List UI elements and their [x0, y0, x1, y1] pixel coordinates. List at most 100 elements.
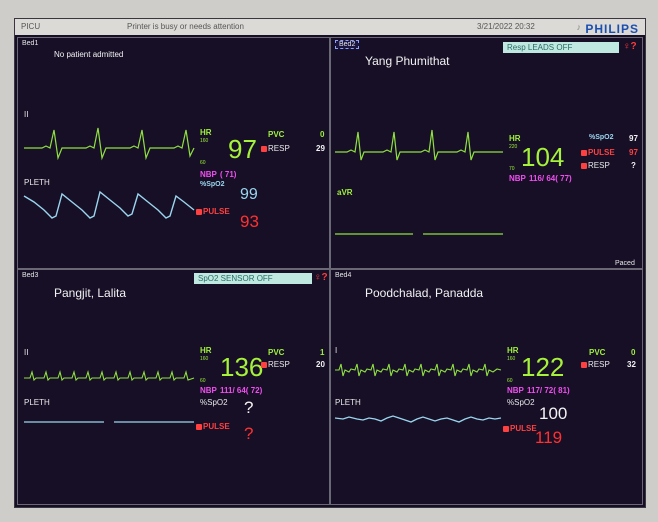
bed3-panel[interactable]: Bed3 Pangjit, Lalita SpO2 SENSOR OFF ♀? …: [17, 269, 330, 505]
bed3-lead-label: II: [24, 348, 29, 357]
bed3-label[interactable]: Bed3: [22, 272, 38, 279]
bed1-resp-value: 29: [316, 144, 325, 153]
bed3-hr-high-limit: 160: [200, 356, 209, 362]
bed1-patient-name: No patient admitted: [54, 50, 124, 59]
bed3-nbp-value[interactable]: 111/ 64( 72): [220, 386, 262, 395]
bed2-panel[interactable]: Bed2 Yang Phumithat Resp LEADS OFF ♀? aV…: [330, 37, 643, 269]
bed3-nbp-label: NBP: [200, 386, 217, 395]
bed1-panel[interactable]: Bed1 No patient admitted II PLETH HR 160…: [17, 37, 330, 269]
bed2-hr-label: HR: [509, 134, 521, 143]
bed2-alarm-mark: ?: [630, 41, 637, 52]
bed4-hr-value[interactable]: 122: [521, 352, 564, 383]
bed1-ecg-waveform: [24, 127, 195, 161]
bed2-spo2-label: %SpO2: [589, 134, 614, 141]
central-monitor-screen: PICU Printer is busy or needs attention …: [14, 18, 646, 508]
bed3-resp-alarm-icon: [261, 362, 267, 368]
bed3-pulse-alarm-icon: [196, 424, 202, 430]
bed2-hr-low-limit: 70: [509, 166, 515, 172]
bed4-spo2-value[interactable]: 100: [539, 404, 567, 424]
top-status-bar: PICU Printer is busy or needs attention …: [15, 19, 645, 36]
bed4-nbp-label: NBP: [507, 386, 524, 395]
bed3-spo2-value[interactable]: ?: [244, 398, 253, 418]
bed1-pulse-label: PULSE: [203, 207, 230, 216]
bed4-patient-name: Poodchalad, Panadda: [365, 286, 484, 300]
bed4-nbp-value[interactable]: 117/ 72( 81): [527, 386, 570, 395]
bed4-hr-high-limit: 160: [507, 356, 516, 362]
bed4-label[interactable]: Bed4: [335, 272, 351, 279]
bed3-pleth-label: PLETH: [24, 398, 50, 407]
bed4-hr-low-limit: 60: [507, 378, 513, 384]
bed2-avr-flatline: [335, 233, 503, 235]
bed3-spo2-label: %SpO2: [200, 398, 228, 407]
bed4-hr-label: HR: [507, 346, 519, 355]
bed3-ecg-waveform: [24, 370, 195, 382]
bed2-hr-value[interactable]: 104: [521, 142, 564, 173]
bed2-label[interactable]: Bed2: [335, 40, 360, 49]
bed2-nbp-value[interactable]: 116/ 64( 77): [529, 174, 572, 183]
bed3-alarm-message[interactable]: SpO2 SENSOR OFF: [194, 273, 312, 284]
bed3-pleth-flatline: [24, 421, 194, 423]
sound-icon[interactable]: ♪: [577, 22, 582, 32]
bed4-pvc-value: 0: [631, 348, 636, 357]
bed4-resp-label: RESP: [588, 360, 610, 369]
bed1-spo2-value[interactable]: 99: [240, 186, 258, 204]
bed2-ecg-waveform: [335, 129, 503, 161]
bed1-pvc-value: 0: [320, 130, 325, 139]
bed2-hr-high-limit: 220: [509, 144, 518, 150]
unit-label: PICU: [21, 22, 41, 31]
bed4-ecg-waveform: [335, 363, 502, 377]
bed2-paced-indicator: Paced: [615, 260, 635, 267]
bed2-pulse-alarm-icon: [581, 150, 587, 156]
bed3-resp-label: RESP: [268, 360, 290, 369]
bed4-pleth-waveform: [334, 415, 502, 423]
bed3-pulse-value[interactable]: ?: [244, 424, 253, 444]
bed2-pulse-value: 97: [629, 148, 638, 157]
bed1-hr-low-limit: 60: [200, 160, 206, 166]
bed2-alarm-icon[interactable]: ♀?: [623, 41, 637, 52]
bed3-hr-low-limit: 60: [200, 378, 206, 384]
bed4-pulse-label: PULSE: [510, 424, 537, 433]
bed1-label[interactable]: Bed1: [22, 40, 38, 47]
bed2-pulse-label: PULSE: [588, 148, 615, 157]
bed1-nbp-value[interactable]: ( 71): [220, 170, 236, 179]
bed1-spo2-label: %SpO2: [200, 181, 225, 188]
printer-message[interactable]: Printer is busy or needs attention: [127, 22, 244, 31]
bed1-pleth-label: PLETH: [24, 178, 50, 187]
bed1-resp-alarm-icon: [261, 146, 267, 152]
bed3-pvc-value: 1: [320, 348, 325, 357]
bed3-pvc-label: PVC: [268, 348, 285, 357]
bed4-pulse-value[interactable]: 119: [535, 428, 562, 448]
bed1-pulse-value[interactable]: 93: [240, 212, 259, 232]
bed1-hr-value[interactable]: 97: [228, 134, 257, 165]
bed1-lead-label: II: [24, 110, 29, 119]
bed4-pulse-alarm-icon: [503, 426, 509, 432]
bed4-resp-alarm-icon: [581, 362, 587, 368]
bed1-hr-label: HR: [200, 128, 212, 137]
bed2-spo2-value: 97: [629, 134, 638, 143]
bed1-pleth-waveform: [23, 190, 195, 219]
bed2-patient-name: Yang Phumithat: [365, 54, 450, 68]
bed1-hr-high-limit: 160: [200, 138, 209, 144]
bed3-hr-label: HR: [200, 346, 212, 355]
bed1-resp-label: RESP: [268, 144, 290, 153]
bed3-hr-value[interactable]: 136: [220, 352, 263, 383]
bed2-resp-label: RESP: [588, 161, 610, 170]
bed4-resp-value: 32: [627, 360, 636, 369]
bed4-pvc-label: PVC: [589, 348, 606, 357]
bed4-spo2-label: %SpO2: [507, 398, 535, 407]
bed4-lead-label: I: [335, 346, 338, 355]
bed2-alarm-message[interactable]: Resp LEADS OFF: [503, 42, 619, 53]
bed3-alarm-mark: ?: [321, 272, 328, 283]
bed1-pvc-label: PVC: [268, 130, 285, 139]
bed2-resp-value: ?: [631, 161, 636, 170]
bed2-nbp-label: NBP: [509, 174, 526, 183]
brand-logo: PHILIPS: [585, 22, 639, 36]
bed4-panel[interactable]: Bed4 Poodchalad, Panadda I PLETH HR 160 …: [330, 269, 643, 505]
bed3-alarm-icon[interactable]: ♀?: [314, 272, 328, 283]
bed2-lead2-label: aVR: [337, 188, 353, 197]
bed1-pulse-alarm-icon: [196, 209, 202, 215]
bed3-pulse-label: PULSE: [203, 422, 230, 431]
bed1-nbp-label: NBP: [200, 170, 217, 179]
bed3-patient-name: Pangjit, Lalita: [54, 286, 127, 300]
bed2-resp-alarm-icon: [581, 163, 587, 169]
